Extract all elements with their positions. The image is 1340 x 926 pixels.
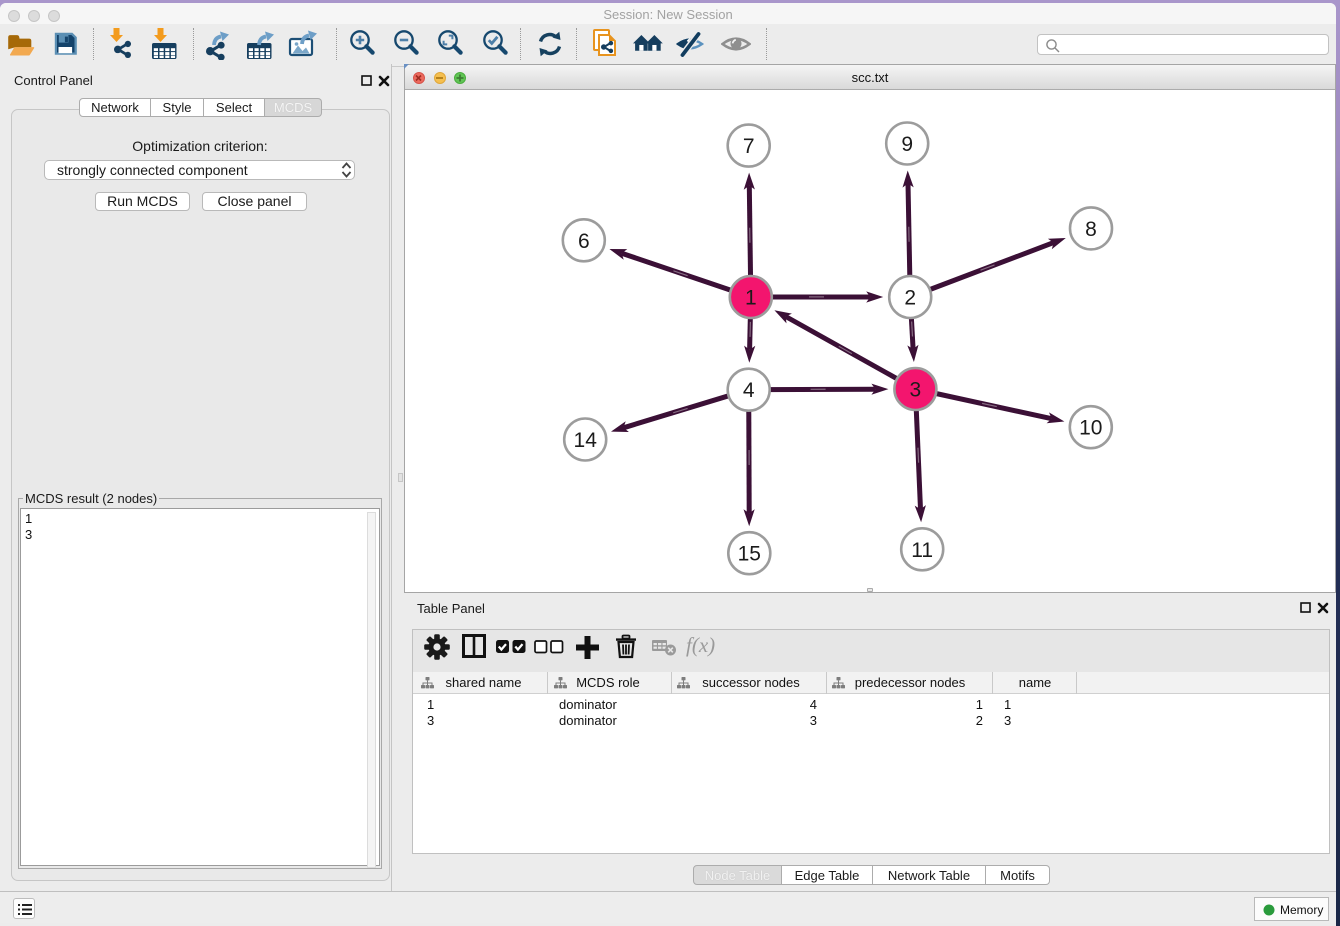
svg-text:15: 15 [738, 543, 761, 566]
svg-text:4: 4 [743, 379, 755, 402]
svg-text:11: 11 [911, 539, 933, 562]
svg-text:6: 6 [578, 230, 590, 253]
svg-text:2: 2 [904, 287, 916, 310]
svg-text:14: 14 [574, 429, 598, 452]
svg-text:10: 10 [1079, 417, 1102, 440]
svg-text:9: 9 [901, 133, 913, 156]
svg-text:8: 8 [1085, 218, 1097, 241]
svg-text:7: 7 [743, 135, 755, 158]
svg-text:1: 1 [745, 287, 757, 310]
svg-text:3: 3 [910, 379, 922, 402]
